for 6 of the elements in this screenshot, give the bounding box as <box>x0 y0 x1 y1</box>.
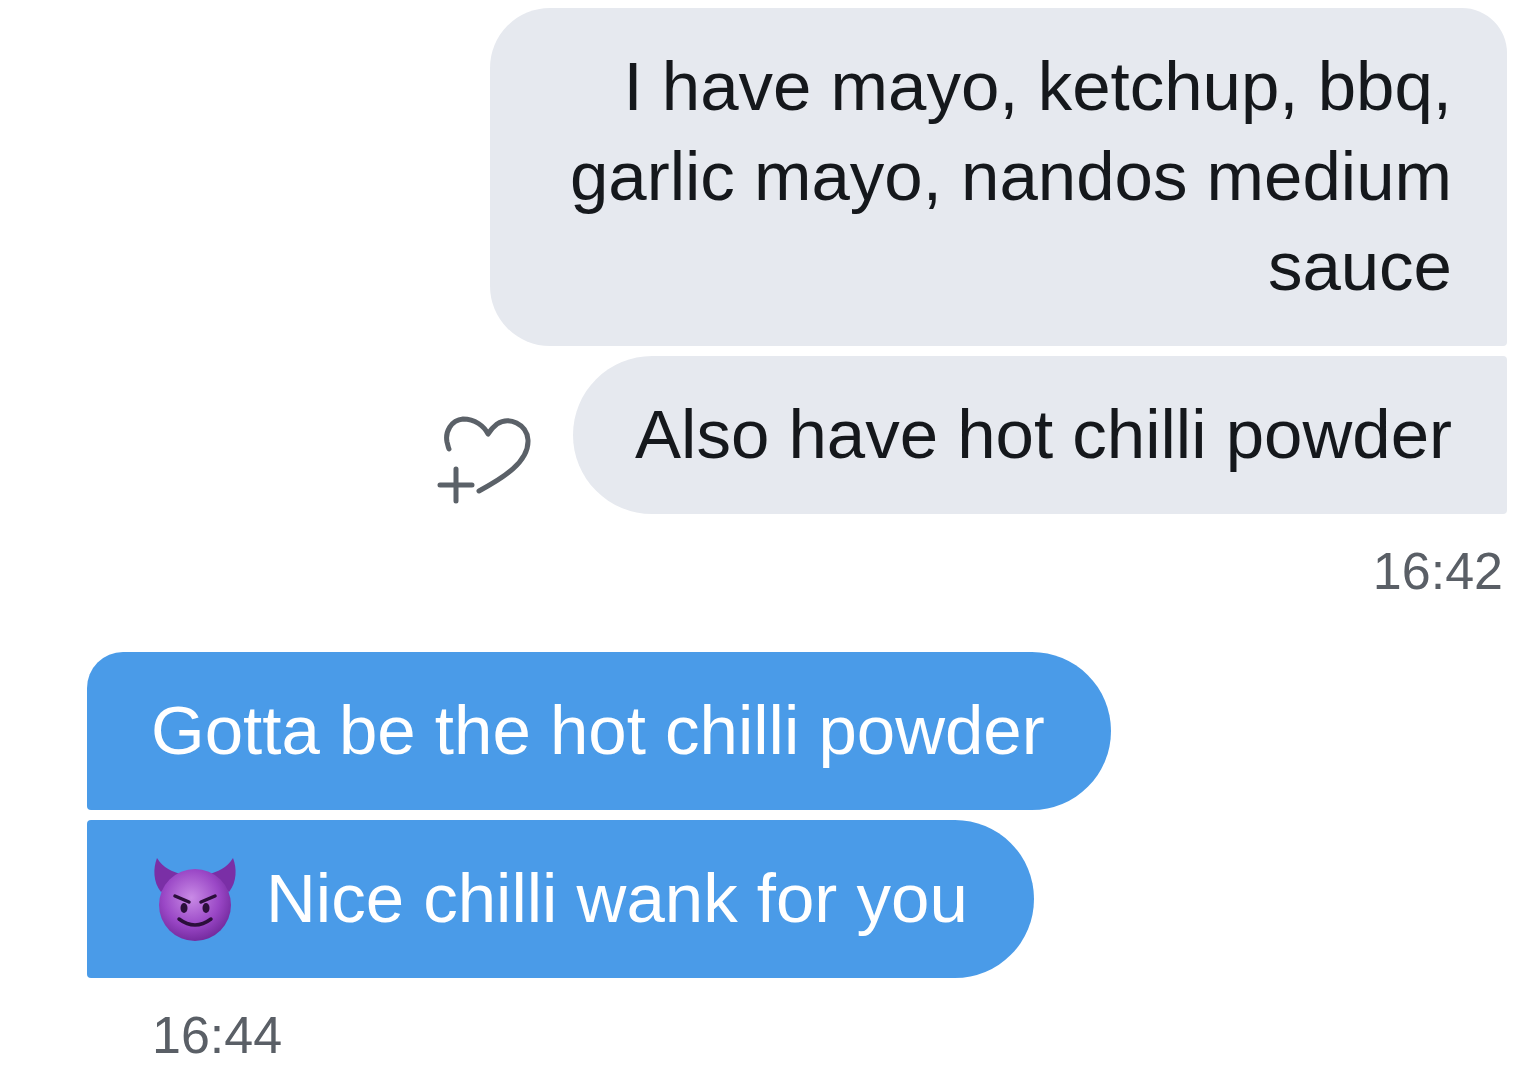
message-text: I have mayo, ketchup, bbq, garlic mayo, nandos medium sauce <box>568 47 1452 307</box>
message-time: 16:44 <box>152 1005 283 1065</box>
message-time: 16:42 <box>1372 541 1503 601</box>
message-text: Gotta be the hot chilli powder <box>151 691 1045 771</box>
message-text: Nice chilli wank for you <box>266 859 968 939</box>
message-text: Also have hot chilli powder <box>635 395 1452 475</box>
